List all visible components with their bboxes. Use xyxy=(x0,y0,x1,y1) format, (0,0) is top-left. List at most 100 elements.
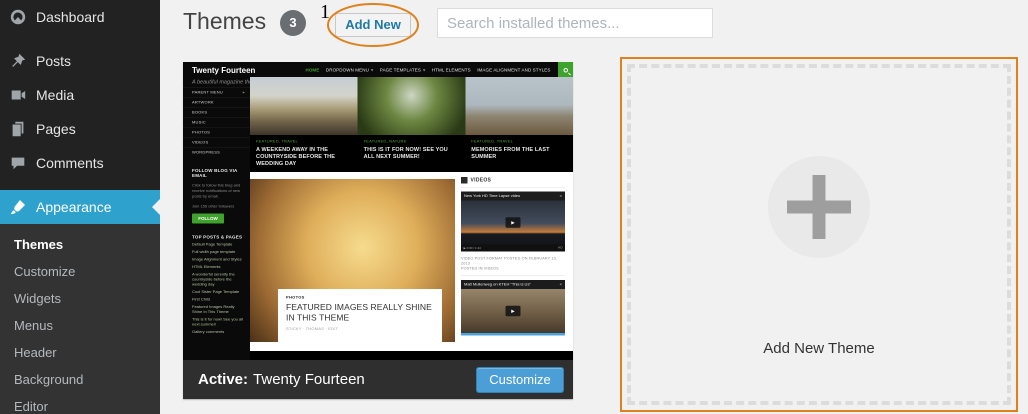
hero-meta: STICKY · THOMAS · EDIT xyxy=(286,327,434,332)
videos-section-header: VIDEOS xyxy=(461,172,565,188)
theme-screenshot[interactable]: Twenty Fourteen A beautiful magazine the… xyxy=(183,62,573,360)
customize-button[interactable]: Customize xyxy=(476,367,564,393)
top-posts-link: Cool Sister Page Template xyxy=(192,290,243,295)
sidebar-item-label: Posts xyxy=(36,53,71,69)
search-icon xyxy=(563,68,568,73)
preview-nav-item: IMAGE ALIGNMENT AND STYLES xyxy=(477,68,550,73)
featured-image-grass xyxy=(358,77,466,135)
preview-menu-item: BOOKS xyxy=(183,107,250,117)
sidebar-item-pages[interactable]: Pages xyxy=(0,112,160,146)
featured-post: FEATURED, TRAVEL MEMORIES FROM THE LAST … xyxy=(465,77,573,172)
comment-bubble-icon xyxy=(9,154,27,172)
play-icon: ▶ xyxy=(506,306,521,317)
page-title: Themes xyxy=(183,8,266,35)
top-posts-link: Gallery comments xyxy=(192,330,243,335)
paintbrush-icon xyxy=(9,198,27,216)
follow-heading: FOLLOW BLOG VIA EMAIL xyxy=(192,168,243,178)
admin-sidebar: Dashboard Posts Media Pages Comments App… xyxy=(0,0,160,414)
preview-search-button xyxy=(558,62,573,78)
top-posts-heading: TOP POSTS & PAGES xyxy=(192,235,243,240)
sidebar-item-comments[interactable]: Comments xyxy=(0,146,160,180)
featured-title: MEMORIES FROM THE LAST SUMMER xyxy=(471,146,567,160)
sidebar-item-dashboard[interactable]: Dashboard xyxy=(0,0,160,34)
follow-text: Click to follow this blog and receive no… xyxy=(192,183,243,200)
hero-category: PHOTOS xyxy=(286,295,434,300)
annotation-step-number: 1 xyxy=(320,1,330,24)
sidebar-separator xyxy=(0,180,160,190)
video-post: New York HD Time Lapse video < ▶ ▶ 0:00 … xyxy=(461,192,565,277)
featured-title: A WEEKEND AWAY IN THE COUNTRYSIDE BEFORE… xyxy=(256,146,352,167)
search-input[interactable] xyxy=(437,8,713,38)
featured-title: THIS IS IT FOR NOW! SEE YOU ALL NEXT SUM… xyxy=(364,146,460,160)
featured-label: FEATURED, TRAVEL xyxy=(471,139,567,144)
preview-follow-widget: FOLLOW BLOG VIA EMAIL Click to follow th… xyxy=(183,168,250,335)
theme-card-twenty-fourteen: Twenty Fourteen A beautiful magazine the… xyxy=(183,62,573,399)
submenu-item-widgets[interactable]: Widgets xyxy=(0,285,160,312)
preview-menu-item: PHOTOS xyxy=(183,127,250,137)
submenu-item-customize[interactable]: Customize xyxy=(0,258,160,285)
preview-sidebar: PARENT MENU▸ ARTWORK BOOKS MUSIC PHOTOS … xyxy=(183,87,250,360)
share-icon: < xyxy=(560,280,562,289)
hero-title: FEATURED IMAGES REALLY SHINE IN THIS THE… xyxy=(286,302,434,323)
videos-column: VIDEOS New York HD Time Lapse video < ▶ xyxy=(455,172,573,351)
featured-label: FEATURED, TRAVEL xyxy=(256,139,352,144)
top-posts-link: This is it for now! See you all next sum… xyxy=(192,317,243,327)
preview-nav: HOME DROPDOWN MENU ▾ PAGE TEMPLATES ▾ HT… xyxy=(305,62,573,78)
preview-nav-item: HTML ELEMENTS xyxy=(432,68,471,73)
preview-menu-item: VIDEOS xyxy=(183,137,250,147)
submenu-item-themes[interactable]: Themes xyxy=(0,231,160,258)
play-icon: ▶ xyxy=(506,217,521,228)
active-item-arrow xyxy=(144,199,160,215)
chevron-right-icon: ▸ xyxy=(243,88,245,98)
submenu-item-menus[interactable]: Menus xyxy=(0,312,160,339)
pushpin-icon xyxy=(9,52,27,70)
preview-content-row: PHOTOS FEATURED IMAGES REALLY SHINE IN T… xyxy=(250,172,573,351)
hero-card: PHOTOS FEATURED IMAGES REALLY SHINE IN T… xyxy=(278,289,442,343)
sidebar-item-label: Dashboard xyxy=(36,9,105,25)
hero-post: PHOTOS FEATURED IMAGES REALLY SHINE IN T… xyxy=(250,172,455,351)
featured-image-lake xyxy=(250,77,358,135)
video-title-bar: New York HD Time Lapse video < xyxy=(461,192,565,201)
add-new-theme-panel[interactable]: Add New Theme xyxy=(620,57,1018,412)
sidebar-separator xyxy=(0,34,160,44)
top-posts-link: Full width page template xyxy=(192,250,243,255)
submenu-item-editor[interactable]: Editor xyxy=(0,393,160,414)
submenu-item-background[interactable]: Background xyxy=(0,366,160,393)
preview-nav-item: DROPDOWN MENU xyxy=(326,68,369,73)
video-thumbnail-office: ▶ xyxy=(461,289,565,333)
dashboard-icon xyxy=(9,8,27,26)
featured-post: FEATURED, TRAVEL A WEEKEND AWAY IN THE C… xyxy=(250,77,358,172)
top-posts-link: Featured Images Really Shine In This The… xyxy=(192,305,243,315)
active-theme-bar: Active: Twenty Fourteen Customize xyxy=(183,360,573,399)
plus-icon xyxy=(768,156,870,258)
featured-label: FEATURED, NATURE xyxy=(364,139,460,144)
sidebar-item-label: Comments xyxy=(36,155,104,171)
chevron-down-icon: ▾ xyxy=(423,67,425,73)
sidebar-item-label: Media xyxy=(36,87,74,103)
sidebar-item-posts[interactable]: Posts xyxy=(0,44,160,78)
chevron-down-icon: ▾ xyxy=(371,67,373,73)
video-progress-bar xyxy=(461,333,565,336)
featured-post: FEATURED, NATURE THIS IS IT FOR NOW! SEE… xyxy=(358,77,466,172)
add-new-button[interactable]: Add New xyxy=(335,13,411,37)
follow-button: FOLLOW xyxy=(192,214,224,224)
featured-grid: FEATURED, TRAVEL A WEEKEND AWAY IN THE C… xyxy=(250,77,573,172)
dashed-border: Add New Theme xyxy=(627,64,1011,405)
submenu-item-header[interactable]: Header xyxy=(0,339,160,366)
section-square-icon xyxy=(461,177,468,184)
sidebar-item-media[interactable]: Media xyxy=(0,78,160,112)
active-theme-name: Twenty Fourteen xyxy=(253,371,365,388)
video-caption: VIDEO POST FORMAT POSTED ON FEBRUARY 13,… xyxy=(461,256,565,276)
share-icon: < xyxy=(560,192,562,201)
preview-nav-item: HOME xyxy=(305,68,319,73)
sidebar-item-appearance[interactable]: Appearance xyxy=(0,190,160,224)
hero-image-sunlight: PHOTOS FEATURED IMAGES REALLY SHINE IN T… xyxy=(250,179,455,342)
sidebar-item-label: Pages xyxy=(36,121,76,137)
top-posts-link: A wonderful serenity the countryside bef… xyxy=(192,272,243,287)
preview-nav-item: PAGE TEMPLATES xyxy=(380,68,421,73)
preview-menu-item: MUSIC xyxy=(183,117,250,127)
video-thumbnail-nyc: ▶ xyxy=(461,201,565,245)
follow-count: Join 156 other followers xyxy=(192,204,243,210)
top-posts-link: HTML Elements xyxy=(192,265,243,270)
preview-main: FEATURED, TRAVEL A WEEKEND AWAY IN THE C… xyxy=(250,77,573,360)
